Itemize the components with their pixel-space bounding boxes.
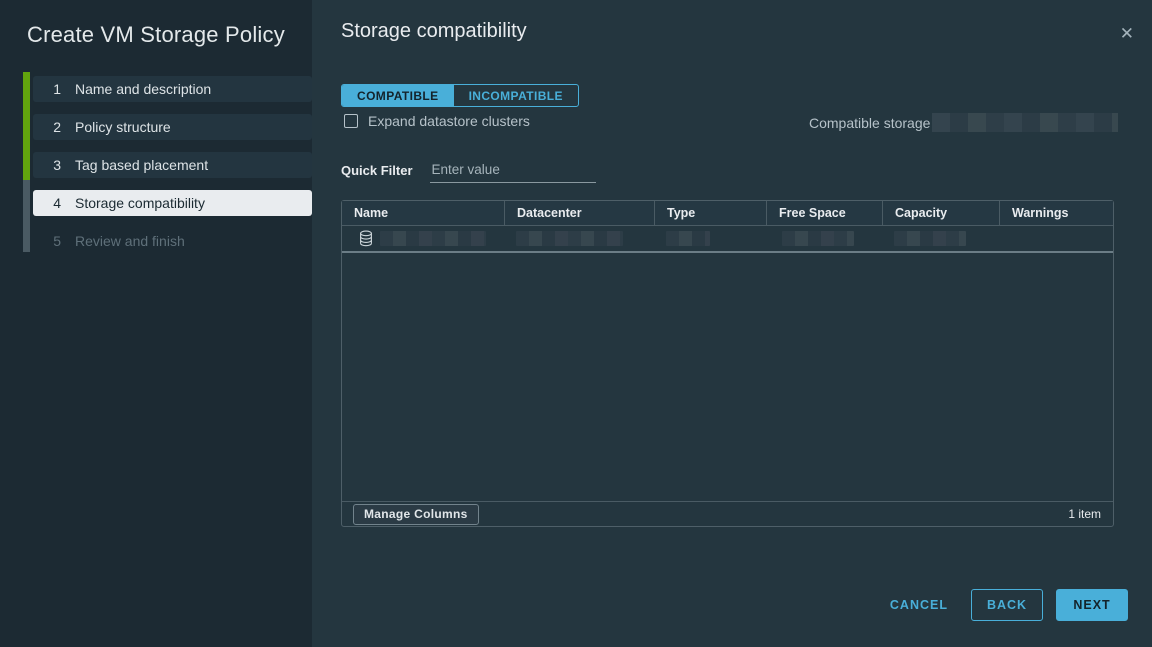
- redacted-datacenter-value: [516, 231, 623, 246]
- item-count: 1 item: [1068, 507, 1101, 521]
- sidebar-step-policy-structure[interactable]: 2 Policy structure: [33, 114, 312, 140]
- step-label: Policy structure: [75, 119, 171, 135]
- column-header-capacity[interactable]: Capacity: [882, 201, 999, 225]
- step-label: Tag based placement: [75, 157, 208, 173]
- wizard-sidebar: Create VM Storage Policy 1 Name and descr…: [0, 0, 312, 647]
- next-button[interactable]: NEXT: [1056, 589, 1128, 621]
- wizard-title: Create VM Storage Policy: [27, 22, 285, 48]
- quick-filter-input[interactable]: [430, 162, 596, 183]
- table-row[interactable]: [342, 226, 1113, 253]
- sidebar-step-review-and-finish: 5 Review and finish: [33, 228, 312, 254]
- step-label: Review and finish: [75, 233, 185, 249]
- datastore-icon: [359, 230, 373, 247]
- wizard-content-panel: Storage compatibility ✕ COMPATIBLE INCOM…: [312, 0, 1152, 647]
- cell-capacity: [882, 231, 999, 246]
- step-number: 2: [49, 119, 61, 135]
- step-number: 4: [49, 195, 61, 211]
- compatible-storage-value-redacted: [932, 113, 1118, 132]
- redacted-name-value: [380, 231, 486, 246]
- redacted-capacity-value: [894, 231, 966, 246]
- compatible-storage-label: Compatible storage: [809, 115, 930, 131]
- back-button[interactable]: BACK: [971, 589, 1043, 621]
- manage-columns-button[interactable]: Manage Columns: [353, 504, 479, 525]
- cell-free-space: [766, 231, 882, 246]
- column-header-warnings[interactable]: Warnings: [999, 201, 1113, 225]
- compatibility-tab-group: COMPATIBLE INCOMPATIBLE: [341, 84, 579, 107]
- expand-datastore-clusters-checkbox[interactable]: [344, 114, 358, 128]
- progress-rail-remaining: [23, 180, 30, 252]
- redacted-free-space-value: [782, 231, 854, 246]
- column-header-datacenter[interactable]: Datacenter: [504, 201, 654, 225]
- expand-datastore-clusters-label: Expand datastore clusters: [368, 113, 530, 129]
- datagrid-header: NameDatacenterTypeFree SpaceCapacityWarn…: [342, 201, 1113, 226]
- expand-datastore-clusters-option[interactable]: Expand datastore clusters: [344, 113, 530, 129]
- cell-datacenter: [504, 231, 654, 246]
- sidebar-step-storage-compatibility[interactable]: 4 Storage compatibility: [33, 190, 312, 216]
- tab-compatible[interactable]: COMPATIBLE: [342, 85, 454, 106]
- redacted-type-value: [666, 231, 710, 246]
- compatible-storage-summary: Compatible storage: [809, 113, 1118, 132]
- step-number: 1: [49, 81, 61, 97]
- progress-rail-completed: [23, 72, 30, 180]
- step-number: 3: [49, 157, 61, 173]
- cancel-button[interactable]: CANCEL: [890, 589, 948, 621]
- step-label: Storage compatibility: [75, 195, 205, 211]
- sidebar-step-name-and-description[interactable]: 1 Name and description: [33, 76, 312, 102]
- close-icon[interactable]: ✕: [1120, 24, 1134, 44]
- column-header-name[interactable]: Name: [342, 201, 504, 225]
- datagrid-footer: Manage Columns 1 item: [342, 501, 1113, 526]
- column-header-type[interactable]: Type: [654, 201, 766, 225]
- cell-type: [654, 231, 766, 246]
- step-label: Name and description: [75, 81, 211, 97]
- progress-rail: [23, 72, 30, 252]
- cell-name: [342, 230, 504, 247]
- sidebar-step-tag-based-placement[interactable]: 3 Tag based placement: [33, 152, 312, 178]
- datagrid-empty-area: [342, 253, 1113, 501]
- wizard-actions: CANCEL BACK NEXT: [890, 589, 1128, 621]
- storage-datagrid: NameDatacenterTypeFree SpaceCapacityWarn…: [341, 200, 1114, 527]
- column-header-free-space[interactable]: Free Space: [766, 201, 882, 225]
- page-title: Storage compatibility: [341, 20, 527, 43]
- tab-incompatible[interactable]: INCOMPATIBLE: [454, 85, 578, 106]
- step-number: 5: [49, 233, 61, 249]
- wizard-steps: 1 Name and description 2 Policy structure 3T…: [33, 76, 312, 266]
- quick-filter-label: Quick Filter: [341, 163, 413, 183]
- quick-filter: Quick Filter: [341, 162, 596, 183]
